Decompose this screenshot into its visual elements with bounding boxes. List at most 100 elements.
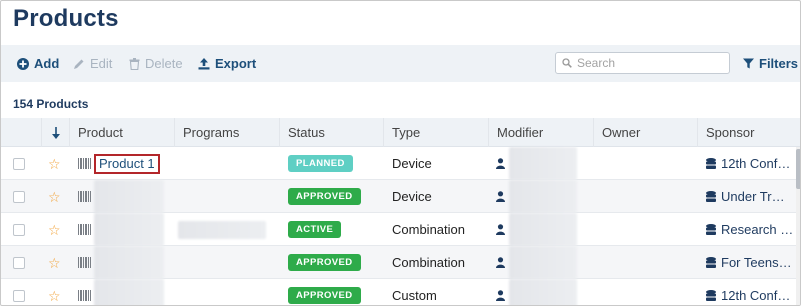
sort-down-arrow-icon	[51, 126, 60, 139]
status-cell: APPROVED	[288, 180, 361, 213]
table-header: Product Programs Status Type Modifier Ow…	[1, 118, 800, 147]
row-checkbox[interactable]	[13, 147, 25, 180]
person-icon	[496, 213, 505, 246]
sponsor-text: 12th Conf…	[721, 288, 791, 303]
delete-button[interactable]: Delete	[129, 45, 183, 82]
type-cell: Device	[392, 156, 432, 171]
product-cell[interactable]	[94, 213, 164, 246]
product-cell[interactable]	[94, 279, 164, 305]
status-cell: APPROVED	[288, 246, 361, 279]
trash-icon	[129, 57, 140, 70]
type-cell: Combination	[392, 255, 465, 270]
page-title: Products	[13, 5, 119, 32]
export-label: Export	[215, 56, 257, 71]
table-row[interactable]: ☆ APPROVED Device Under Tr…	[1, 180, 800, 213]
type-cell: Device	[392, 189, 432, 204]
barcode-icon	[78, 246, 91, 279]
search-box[interactable]	[555, 52, 730, 74]
programs-cell	[178, 213, 266, 246]
col-sponsor[interactable]: Sponsor	[697, 118, 800, 147]
star-icon[interactable]: ☆	[48, 246, 61, 279]
type-cell: Combination	[392, 222, 465, 237]
filters-label: Filters	[759, 56, 799, 71]
sponsor-text: For Teens…	[721, 255, 792, 270]
search-input[interactable]	[577, 56, 717, 70]
filter-icon	[743, 58, 754, 69]
table-row[interactable]: ☆ APPROVED Combination For Teens…	[1, 246, 800, 279]
product-count: 154 Products	[13, 97, 89, 111]
select-all-header	[1, 118, 41, 147]
table-row[interactable]: ☆ Product 1 PLANNED Device 12th Conf…	[1, 147, 800, 180]
sponsor-text: Research …	[721, 222, 794, 237]
search-icon	[562, 58, 572, 68]
database-icon	[706, 289, 716, 301]
col-modifier[interactable]: Modifier	[488, 118, 593, 147]
barcode-icon	[78, 147, 91, 180]
upload-icon	[198, 57, 210, 69]
modifier-cell	[509, 180, 577, 213]
plus-circle-icon	[17, 57, 29, 70]
database-icon	[706, 223, 716, 235]
star-icon[interactable]: ☆	[48, 147, 61, 180]
modifier-cell	[509, 147, 577, 180]
status-badge: APPROVED	[288, 287, 361, 304]
status-cell: PLANNED	[288, 147, 353, 180]
delete-label: Delete	[145, 56, 183, 71]
row-checkbox[interactable]	[13, 213, 25, 246]
person-icon	[496, 147, 505, 180]
star-icon[interactable]: ☆	[48, 180, 61, 213]
col-programs[interactable]: Programs	[174, 118, 279, 147]
person-icon	[496, 279, 505, 305]
status-badge: APPROVED	[288, 188, 361, 205]
database-icon	[706, 256, 716, 268]
sponsor-cell[interactable]: Research …	[706, 213, 793, 246]
star-icon[interactable]: ☆	[48, 279, 61, 305]
sponsor-cell[interactable]: 12th Conf…	[706, 147, 790, 180]
modifier-cell	[509, 246, 577, 279]
table-row[interactable]: ☆ APPROVED Custom 12th Conf…	[1, 279, 800, 305]
add-label: Add	[34, 56, 60, 71]
person-icon	[496, 246, 505, 279]
col-owner[interactable]: Owner	[593, 118, 697, 147]
edit-button[interactable]: Edit	[73, 45, 112, 82]
row-checkbox[interactable]	[13, 279, 25, 305]
col-type[interactable]: Type	[383, 118, 488, 147]
table-row[interactable]: ☆ ACTIVE Combination Research …	[1, 213, 800, 246]
products-page: Products Add Edit Delete Export Filters …	[0, 0, 801, 306]
filters-button[interactable]: Filters	[743, 45, 798, 82]
type-cell: Custom	[392, 288, 437, 303]
product-cell[interactable]	[94, 246, 164, 279]
person-icon	[496, 180, 505, 213]
sort-header[interactable]	[41, 118, 69, 147]
add-button[interactable]: Add	[17, 45, 59, 82]
barcode-icon	[78, 213, 91, 246]
row-checkbox[interactable]	[13, 180, 25, 213]
status-cell: APPROVED	[288, 279, 361, 305]
status-badge: APPROVED	[288, 254, 361, 271]
barcode-icon	[78, 180, 91, 213]
status-cell: ACTIVE	[288, 213, 342, 246]
export-button[interactable]: Export	[198, 45, 256, 82]
sponsor-cell[interactable]: 12th Conf…	[706, 279, 791, 305]
sponsor-cell[interactable]: Under Tr…	[706, 180, 785, 213]
status-badge: ACTIVE	[288, 221, 342, 238]
edit-label: Edit	[90, 56, 113, 71]
scrollbar-thumb[interactable]	[796, 149, 800, 189]
product-cell[interactable]	[94, 180, 164, 213]
sponsor-cell[interactable]: For Teens…	[706, 246, 792, 279]
modifier-cell	[509, 213, 577, 246]
product-link[interactable]: Product 1	[94, 153, 160, 174]
pencil-icon	[74, 59, 84, 69]
col-product[interactable]: Product	[69, 118, 174, 147]
sponsor-text: Under Tr…	[721, 189, 785, 204]
col-status[interactable]: Status	[279, 118, 383, 147]
star-icon[interactable]: ☆	[48, 213, 61, 246]
sponsor-text: 12th Conf…	[721, 156, 791, 171]
database-icon	[706, 190, 716, 202]
modifier-cell	[509, 279, 577, 305]
row-checkbox[interactable]	[13, 246, 25, 279]
barcode-icon	[78, 279, 91, 305]
database-icon	[706, 157, 716, 169]
status-badge: PLANNED	[288, 155, 353, 172]
product-cell[interactable]: Product 1	[94, 147, 160, 180]
